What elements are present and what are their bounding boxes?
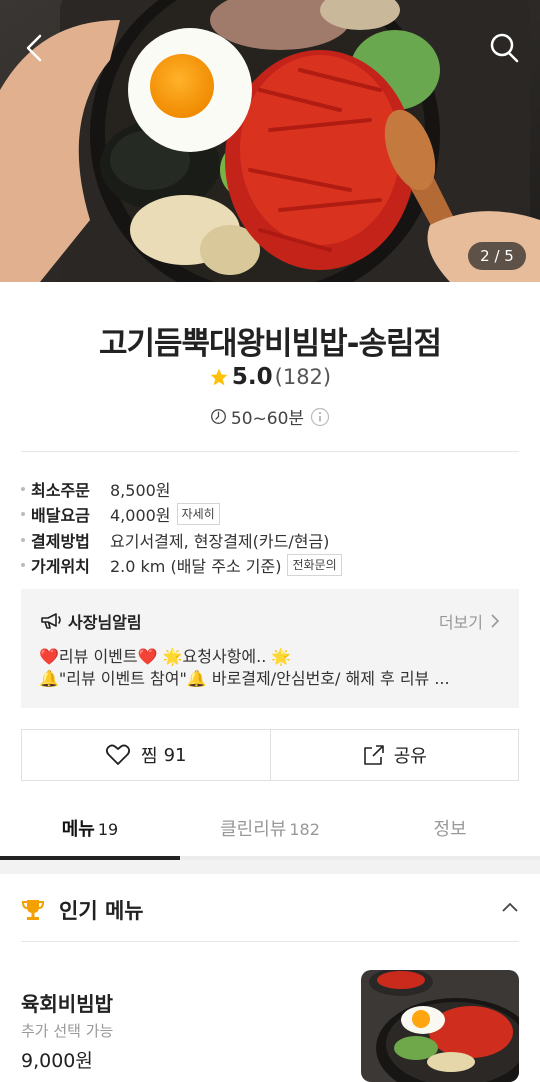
- tab-menu[interactable]: 메뉴 19: [0, 806, 180, 860]
- notice-more-label: 더보기: [438, 613, 483, 632]
- bullet: [21, 537, 25, 542]
- chevron-up-icon[interactable]: [501, 900, 519, 914]
- trophy-icon: [21, 900, 45, 920]
- like-count: 91: [163, 744, 187, 766]
- chevron-right-icon: [491, 614, 500, 628]
- tab-count: 19: [97, 820, 119, 839]
- info-label: 최소주문: [31, 480, 90, 500]
- bullet: [21, 512, 25, 516]
- clock-icon: [210, 409, 226, 424]
- menu-item-photo: [361, 970, 519, 1082]
- delivery-time: 50~60분: [230, 409, 305, 429]
- tab-clean-review[interactable]: 클린리뷰 182: [180, 806, 360, 856]
- info-value: 2.0 km (배달 주소 기준): [110, 557, 282, 576]
- store-info-list: 최소주문 8,500원 배달요금 4,000원 자세히 결제방법 요기서결제, …: [21, 476, 519, 578]
- phone-inquiry-button[interactable]: 전화문의: [287, 554, 342, 576]
- like-label: 찜: [141, 746, 158, 767]
- share-icon: [363, 745, 384, 765]
- notice-header: 사장님알림: [39, 609, 142, 633]
- megaphone-icon: [41, 613, 61, 629]
- notice-line: ❤️리뷰 이벤트❤️ 🌟요청사항에.. 🌟: [39, 647, 292, 666]
- notice-title: 사장님알림: [68, 613, 142, 632]
- rating-score: 5.0: [231, 364, 273, 390]
- image-page-counter: 2 / 5: [468, 242, 526, 270]
- section-tabs: 메뉴 19 클린리뷰 182 정보: [0, 806, 540, 860]
- info-value: 요기서결제, 현장결제(카드/현금): [110, 531, 330, 551]
- info-label: 배달요금: [31, 506, 90, 525]
- section-title: 인기 메뉴: [59, 899, 144, 923]
- delivery-fee-detail-button[interactable]: 자세히: [176, 503, 220, 525]
- bullet: [21, 563, 25, 567]
- notice-line: 🔔"리뷰 이벤트 참여"🔔 바로결제/안심번호/ 해제 후 리뷰 ...: [39, 669, 450, 688]
- notice-more-link[interactable]: 더보기: [439, 609, 501, 633]
- menu-item-price: 9,000원: [21, 1050, 93, 1072]
- info-label: 가게위치: [31, 557, 90, 576]
- share-button[interactable]: 공유: [269, 730, 519, 780]
- tab-info[interactable]: 정보: [360, 806, 540, 856]
- tab-label: 메뉴: [61, 819, 95, 840]
- menu-item[interactable]: 육회비빔밥 추가 선택 가능 9,000원: [21, 960, 519, 1082]
- popular-menu-header[interactable]: 인기 메뉴: [21, 892, 519, 928]
- store-name: 고기듬뿍대왕비빔밥-송림점: [98, 326, 442, 362]
- info-row-location: 가게위치 2.0 km (배달 주소 기준) 전화문의: [21, 553, 519, 578]
- share-label: 공유: [393, 746, 427, 767]
- info-row-delivery-fee: 배달요금 4,000원 자세히: [21, 502, 519, 527]
- info-row-min-order: 최소주문 8,500원: [21, 476, 519, 501]
- heart-icon: [105, 744, 131, 765]
- like-button[interactable]: 찜 91: [22, 730, 270, 780]
- hero-image-carousel[interactable]: 2 / 5: [0, 0, 540, 282]
- tab-count: 182: [289, 820, 320, 839]
- header-divider: [21, 451, 519, 452]
- star-icon: [210, 368, 228, 386]
- owner-notice-box[interactable]: 사장님알림 더보기 ❤️리뷰 이벤트❤️ 🌟요청사항에.. 🌟 🔔"리뷰 이벤트…: [21, 589, 519, 708]
- action-buttons: 찜 91 공유: [21, 729, 519, 781]
- notice-body: ❤️리뷰 이벤트❤️ 🌟요청사항에.. 🌟 🔔"리뷰 이벤트 참여"🔔 바로결제…: [39, 646, 501, 690]
- info-label: 결제방법: [31, 531, 90, 551]
- rating-row[interactable]: 5.0 (182): [0, 364, 540, 390]
- info-icon[interactable]: [310, 407, 330, 427]
- tab-label: 정보: [433, 819, 467, 840]
- info-row-payment: 결제방법 요기서결제, 현장결제(카드/현금): [21, 527, 519, 552]
- search-icon[interactable]: [486, 28, 522, 68]
- bullet: [21, 486, 25, 491]
- bibimbap-photo: [0, 0, 540, 282]
- back-arrow-icon[interactable]: [18, 28, 54, 68]
- menu-item-option: 추가 선택 가능: [21, 1022, 114, 1040]
- menu-item-name: 육회비빔밥: [21, 992, 113, 1016]
- section-gap: [0, 860, 540, 874]
- delivery-time-row: 50~60분: [0, 404, 540, 429]
- tab-label: 클린리뷰: [220, 819, 287, 840]
- info-value: 8,500원: [110, 480, 171, 500]
- section-divider: [21, 941, 519, 942]
- review-count: (182): [274, 365, 332, 389]
- info-value: 4,000원: [110, 506, 171, 525]
